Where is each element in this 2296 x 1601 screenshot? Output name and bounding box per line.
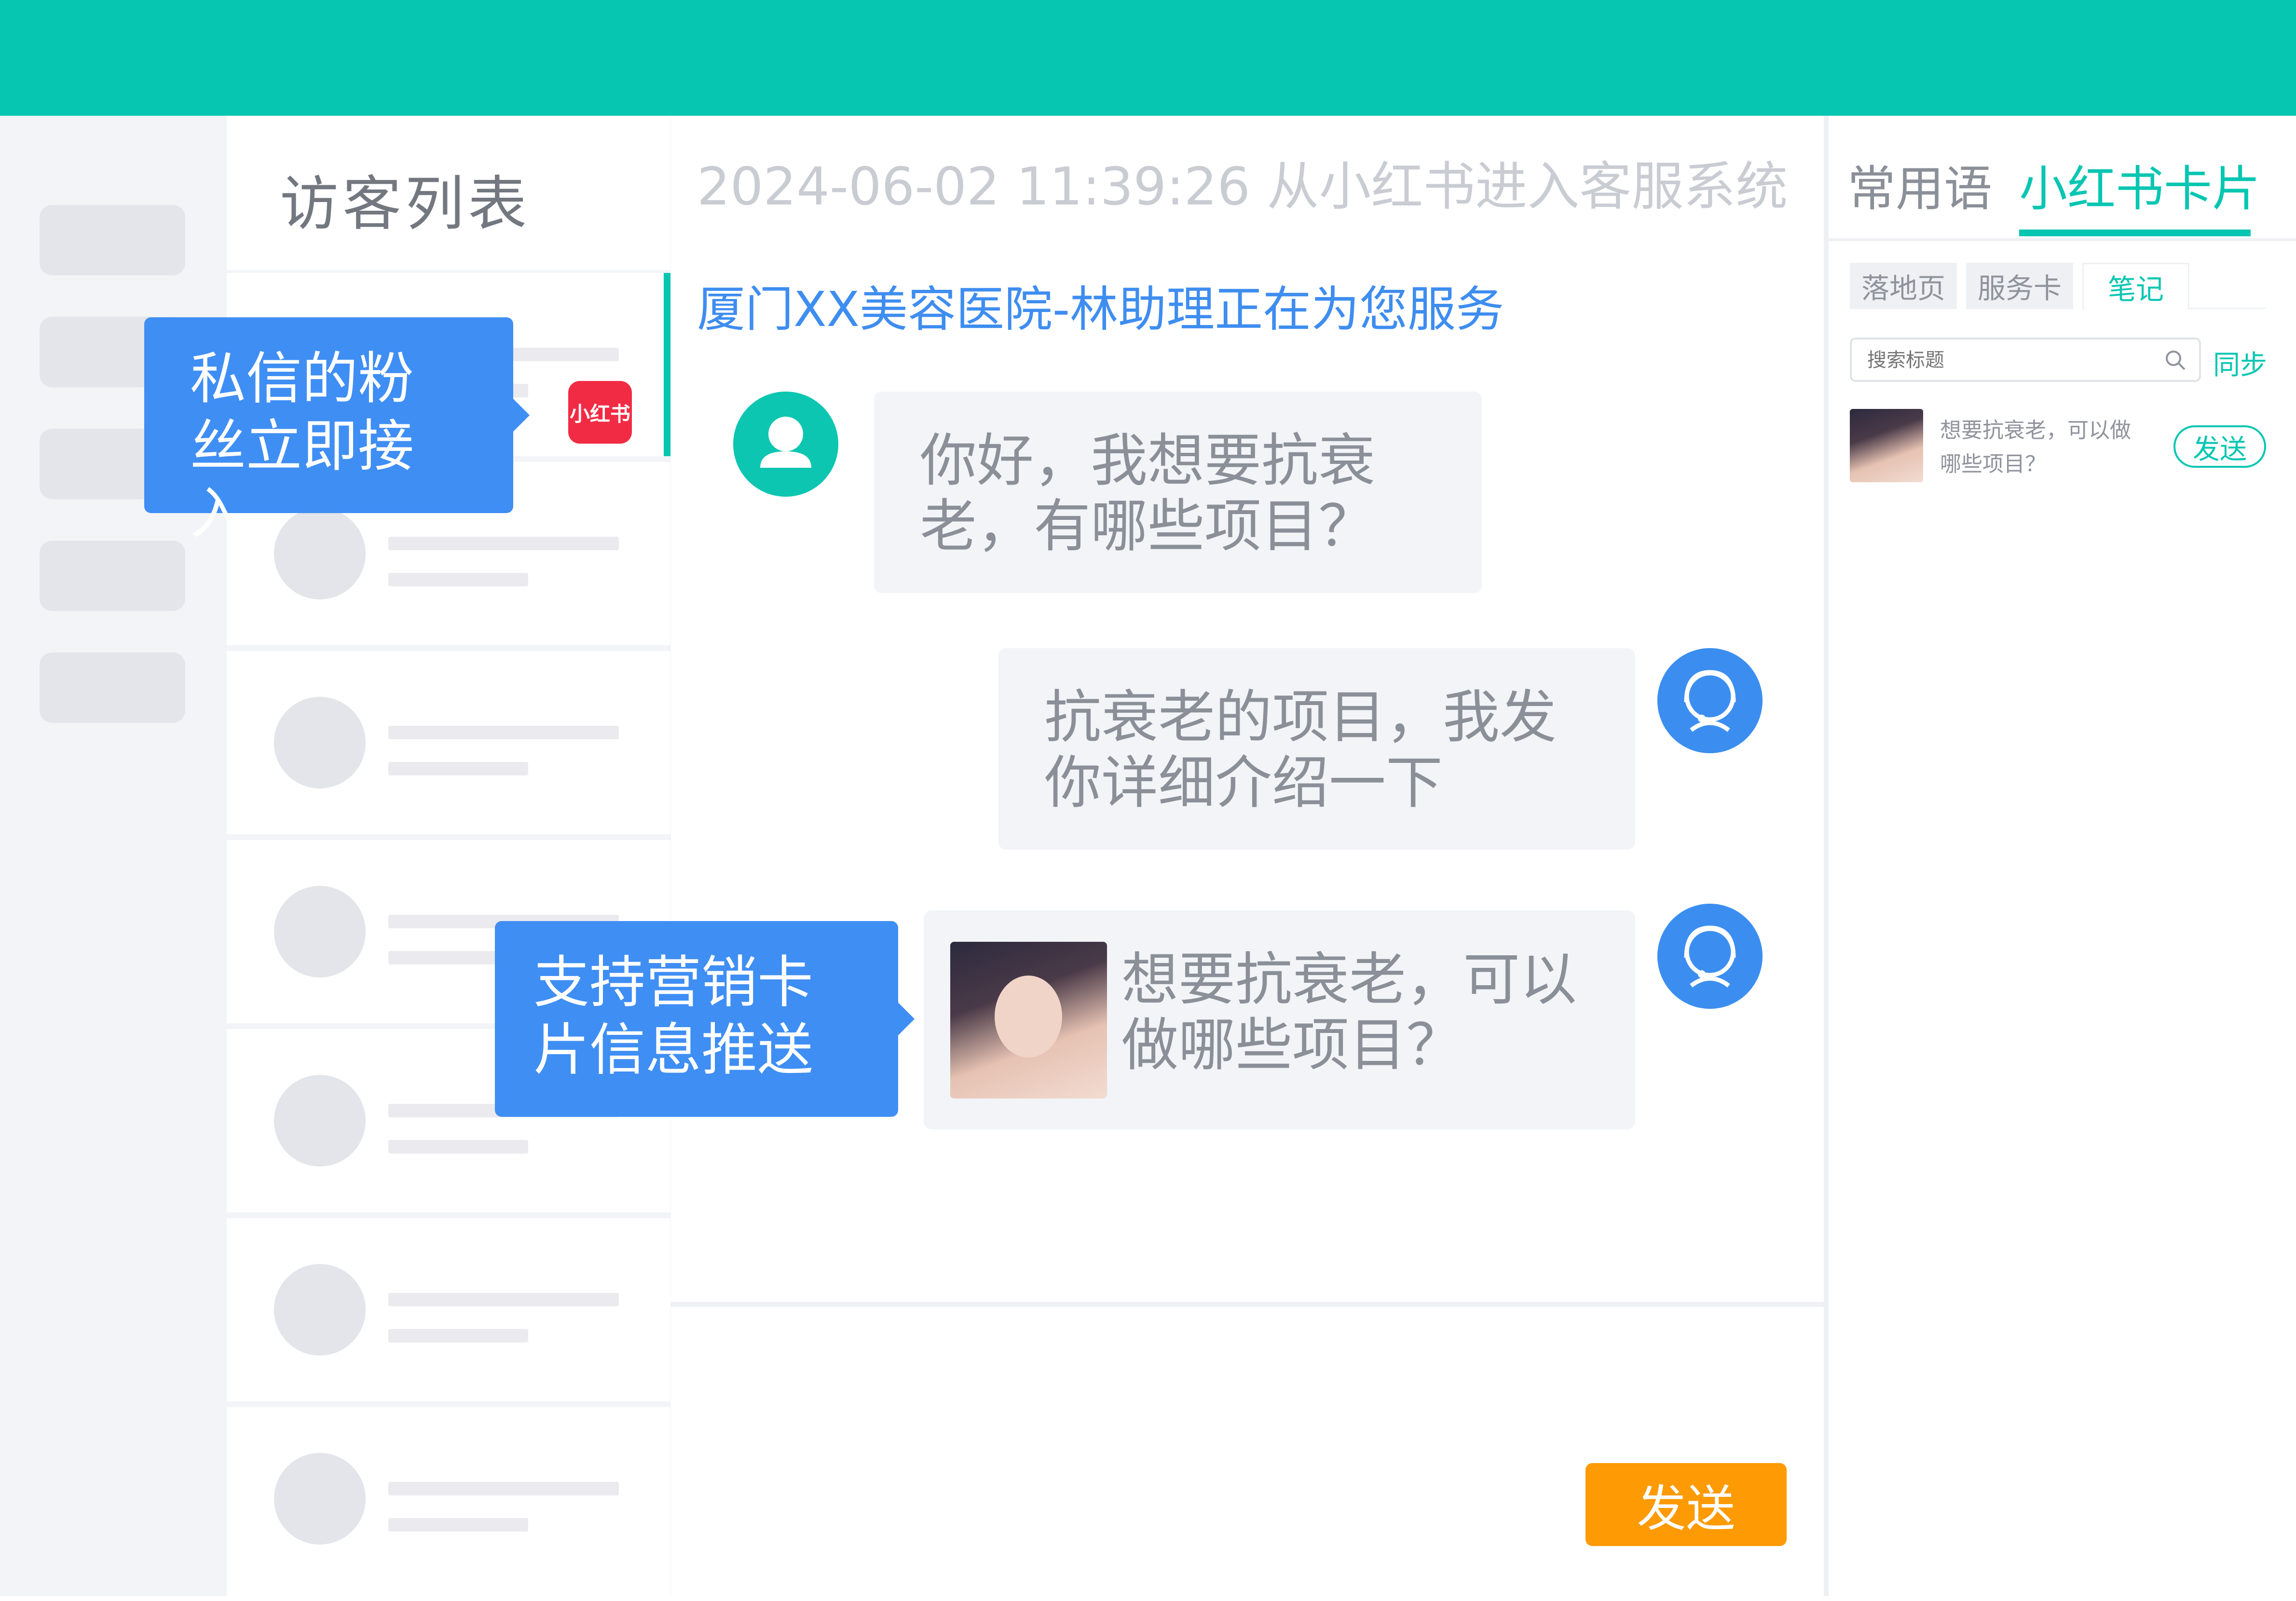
- visitor-row[interactable]: [227, 1407, 670, 1596]
- tooltip-card-push: 支持营销卡片信息推送: [495, 921, 915, 1117]
- name-placeholder: [388, 726, 619, 739]
- active-tab-indicator: [2019, 230, 2251, 236]
- service-agent-line: 厦门XX美容医院-林助理正在为您服务: [697, 281, 1504, 338]
- visitor-row[interactable]: [227, 651, 670, 834]
- avatar: [274, 1075, 366, 1167]
- card-thumbnail-image: [950, 942, 1107, 1099]
- customer-service-icon: [1684, 925, 1736, 988]
- preview-placeholder: [388, 762, 528, 775]
- visitor-message-bubble: 你好，我想要抗衰老，有哪些项目？: [874, 392, 1482, 593]
- card-list-thumbnail: [1850, 409, 1923, 482]
- avatar: [274, 886, 366, 977]
- preview-placeholder: [388, 573, 528, 586]
- avatar: [274, 697, 366, 788]
- card-title: 想要抗衰老，可以做哪些项目？: [1121, 946, 1577, 1078]
- name-placeholder: [388, 1482, 619, 1495]
- tab-divider: [1829, 238, 2296, 241]
- tab-xiaohongshu-cards[interactable]: 小红书卡片: [2019, 149, 2260, 219]
- visitor-list-title: 访客列表: [280, 170, 531, 238]
- agent-message-bubble: 抗衰老的项目，我发你详细介绍一下: [998, 648, 1635, 850]
- visitor-list-header: 访客列表: [227, 116, 670, 270]
- tooltip-fan-dm: 私信的粉丝立即接入: [144, 317, 530, 546]
- session-start-line: 2024-06-02 11:39:26 从小红书进入客服系统: [697, 157, 1788, 217]
- nav-item-placeholder[interactable]: [40, 541, 185, 611]
- subtab-service-card[interactable]: 服务卡: [1966, 263, 2073, 309]
- visitor-avatar: [733, 392, 838, 497]
- avatar: [274, 508, 366, 599]
- nav-item-placeholder[interactable]: [40, 652, 185, 723]
- preview-placeholder: [388, 1329, 528, 1343]
- agent-avatar: [1657, 648, 1763, 753]
- user-icon: [760, 417, 811, 468]
- name-placeholder: [388, 1293, 619, 1306]
- send-button[interactable]: 发送: [1585, 1463, 1787, 1546]
- card-send-button[interactable]: 发送: [2173, 425, 2266, 468]
- xiaohongshu-icon: 小红书: [568, 381, 632, 444]
- avatar: [274, 1453, 366, 1545]
- avatar: [274, 1264, 366, 1356]
- customer-service-icon: [1684, 670, 1736, 732]
- preview-placeholder: [388, 1140, 528, 1153]
- card-list-title: 想要抗衰老，可以做哪些项目？: [1940, 418, 2131, 476]
- subtab-notes[interactable]: 笔记: [2082, 263, 2189, 309]
- card-search-box[interactable]: [1850, 338, 2201, 382]
- card-search-input[interactable]: [1866, 346, 2138, 374]
- nav-item-placeholder[interactable]: [40, 205, 185, 275]
- search-icon[interactable]: [2164, 349, 2187, 371]
- agent-card-message[interactable]: 想要抗衰老，可以做哪些项目？: [924, 910, 1635, 1129]
- agent-avatar: [1657, 904, 1763, 1009]
- subtab-baseline: [2189, 308, 2266, 309]
- message-input-area[interactable]: [671, 1302, 1824, 1601]
- preview-placeholder: [388, 1518, 528, 1532]
- top-header-bar: [0, 0, 2296, 116]
- name-placeholder: [388, 537, 619, 550]
- subtab-landing-page[interactable]: 落地页: [1850, 263, 1957, 309]
- sync-link[interactable]: 同步: [2213, 343, 2267, 382]
- visitor-row[interactable]: [227, 1218, 670, 1401]
- tab-common-phrases[interactable]: 常用语: [1847, 149, 1992, 219]
